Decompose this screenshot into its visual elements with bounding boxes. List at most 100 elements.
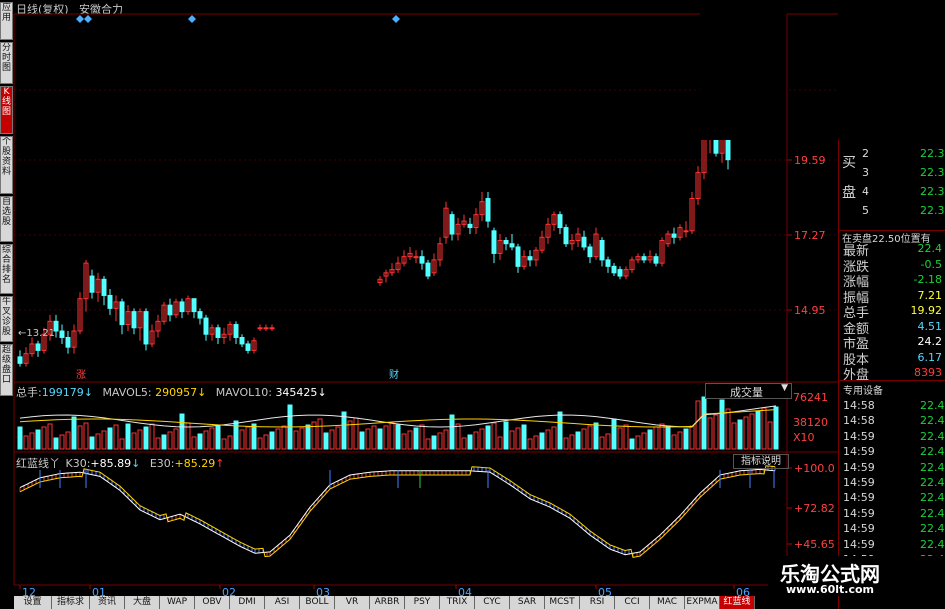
volume-bar [713, 414, 719, 450]
volume-bar [77, 425, 83, 450]
bottom-tab-wap[interactable]: WAP [160, 596, 195, 609]
volume-bar [539, 432, 545, 450]
watermark: 乐淘公式网 www.60lt.com [768, 556, 945, 596]
volume-bar [593, 422, 599, 450]
bottom-tab-vr[interactable]: VR [335, 596, 370, 609]
volume-bar [767, 421, 773, 450]
candle-body [203, 317, 209, 335]
indicator-legend: 红蓝线丫 K30:+85.89↓ E30:+85.29↑ [16, 455, 224, 471]
bottom-tab-mac[interactable]: MAC [650, 596, 685, 609]
tick-price: 22.4 [920, 522, 945, 536]
indicator-help-button[interactable]: 指标说明 [733, 454, 789, 469]
bottom-tab-mcst[interactable]: MCST [545, 596, 580, 609]
volume-bar [563, 437, 569, 450]
volume-bar [557, 411, 563, 450]
bottom-tab-expma[interactable]: EXPMA [685, 596, 720, 609]
down-arrow-icon: ↓ [197, 386, 207, 399]
volume-bar [257, 437, 263, 450]
volume-bar [647, 429, 653, 450]
volume-bar [17, 426, 23, 450]
candle-body [167, 304, 173, 316]
bottom-tab-rsi[interactable]: RSI [580, 596, 615, 609]
tick-time: 14:59 [843, 429, 875, 443]
volume-bar [491, 422, 497, 450]
volume-bar [53, 437, 59, 450]
volume-bar [143, 426, 149, 450]
tick-time: 14:59 [843, 522, 875, 536]
candle-body [215, 327, 221, 338]
volume-bar [485, 425, 491, 450]
candle-body [59, 330, 65, 338]
bottom-tab-红蓝线[interactable]: 红蓝线 [720, 596, 755, 609]
volume-bar [653, 426, 659, 450]
volume-bar [749, 413, 755, 450]
volume-bar [377, 428, 383, 450]
bottom-tab-资讯[interactable]: 资讯 [90, 596, 125, 609]
bottom-tab-obv[interactable]: OBV [195, 596, 230, 609]
bottom-tab-bar: 设置 指标求 资讯 大盘 WAP OBV DMI ASI BOLL VR ARBR PSY TRIX CY… [14, 596, 794, 609]
bottom-tab-cyc[interactable]: CYC [475, 596, 510, 609]
volume-indicator-dropdown[interactable]: 成交量 ▼ [705, 383, 792, 399]
candle-body [467, 223, 473, 229]
price-axis-label: 19.59 [794, 154, 826, 167]
volume-bar [149, 423, 155, 450]
chevron-down-icon: ▼ [781, 383, 788, 393]
volume-bar [659, 423, 665, 450]
volume-bar [173, 428, 179, 450]
candle-body [605, 259, 611, 267]
order-level: 3 [862, 166, 869, 179]
volume-bar [449, 414, 455, 450]
bottom-tab-cci[interactable]: CCI [615, 596, 650, 609]
volume-bar [119, 438, 125, 450]
tick-price: 22.4 [920, 491, 945, 505]
bottom-tab-asi[interactable]: ASI [265, 596, 300, 609]
candle-body [191, 298, 197, 313]
candle-body [587, 246, 593, 258]
candle-body [107, 294, 113, 309]
bottom-tab-sar[interactable]: SAR [510, 596, 545, 609]
volume-bar [701, 396, 707, 450]
diamond-marker-icon [84, 15, 92, 23]
tick-time: 14:59 [843, 445, 875, 459]
volume-bar [197, 433, 203, 450]
bottom-tab-设置[interactable]: 设置 [14, 596, 52, 609]
volume-bar [359, 431, 365, 450]
volume-bar [305, 424, 311, 450]
candle-body [641, 256, 647, 261]
bottom-tab-trix[interactable]: TRIX [440, 596, 475, 609]
bottom-tab-boll[interactable]: BOLL [300, 596, 335, 609]
candle-body [245, 343, 251, 351]
order-price: 22.3 [920, 185, 945, 198]
volume-bar [365, 428, 371, 450]
volume-bar [425, 438, 431, 450]
tick-time: 14:58 [843, 399, 875, 412]
volume-bar [575, 431, 581, 450]
candle-body [425, 262, 431, 277]
bottom-tab-psy[interactable]: PSY [405, 596, 440, 609]
volume-bar [641, 432, 647, 450]
volume-bar [743, 416, 749, 450]
volume-bar [545, 429, 551, 450]
volume-bar [329, 429, 335, 450]
candle-body [713, 139, 719, 154]
volume-bar [353, 417, 359, 450]
volume-bar [569, 434, 575, 450]
volume-bar [527, 438, 533, 450]
candle-body [65, 336, 71, 348]
candle-body [257, 327, 263, 330]
diamond-marker-icon [188, 15, 196, 23]
volume-bar [167, 431, 173, 450]
tick-price: 22.4 [920, 537, 945, 551]
volume-bar [341, 411, 347, 450]
candle-body [581, 236, 587, 248]
bottom-tab-指标求[interactable]: 指标求 [52, 596, 90, 609]
bottom-tab-arbr[interactable]: ARBR [370, 596, 405, 609]
diamond-marker-icon [392, 15, 400, 23]
quote-value: 24.2 [917, 335, 943, 348]
candle-body [233, 324, 239, 338]
candle-body [131, 311, 137, 329]
bottom-tab-dmi[interactable]: DMI [230, 596, 265, 609]
bottom-tab-大盘[interactable]: 大盘 [125, 596, 160, 609]
candle-body [515, 246, 521, 267]
tick-time: 14:59 [843, 537, 875, 551]
